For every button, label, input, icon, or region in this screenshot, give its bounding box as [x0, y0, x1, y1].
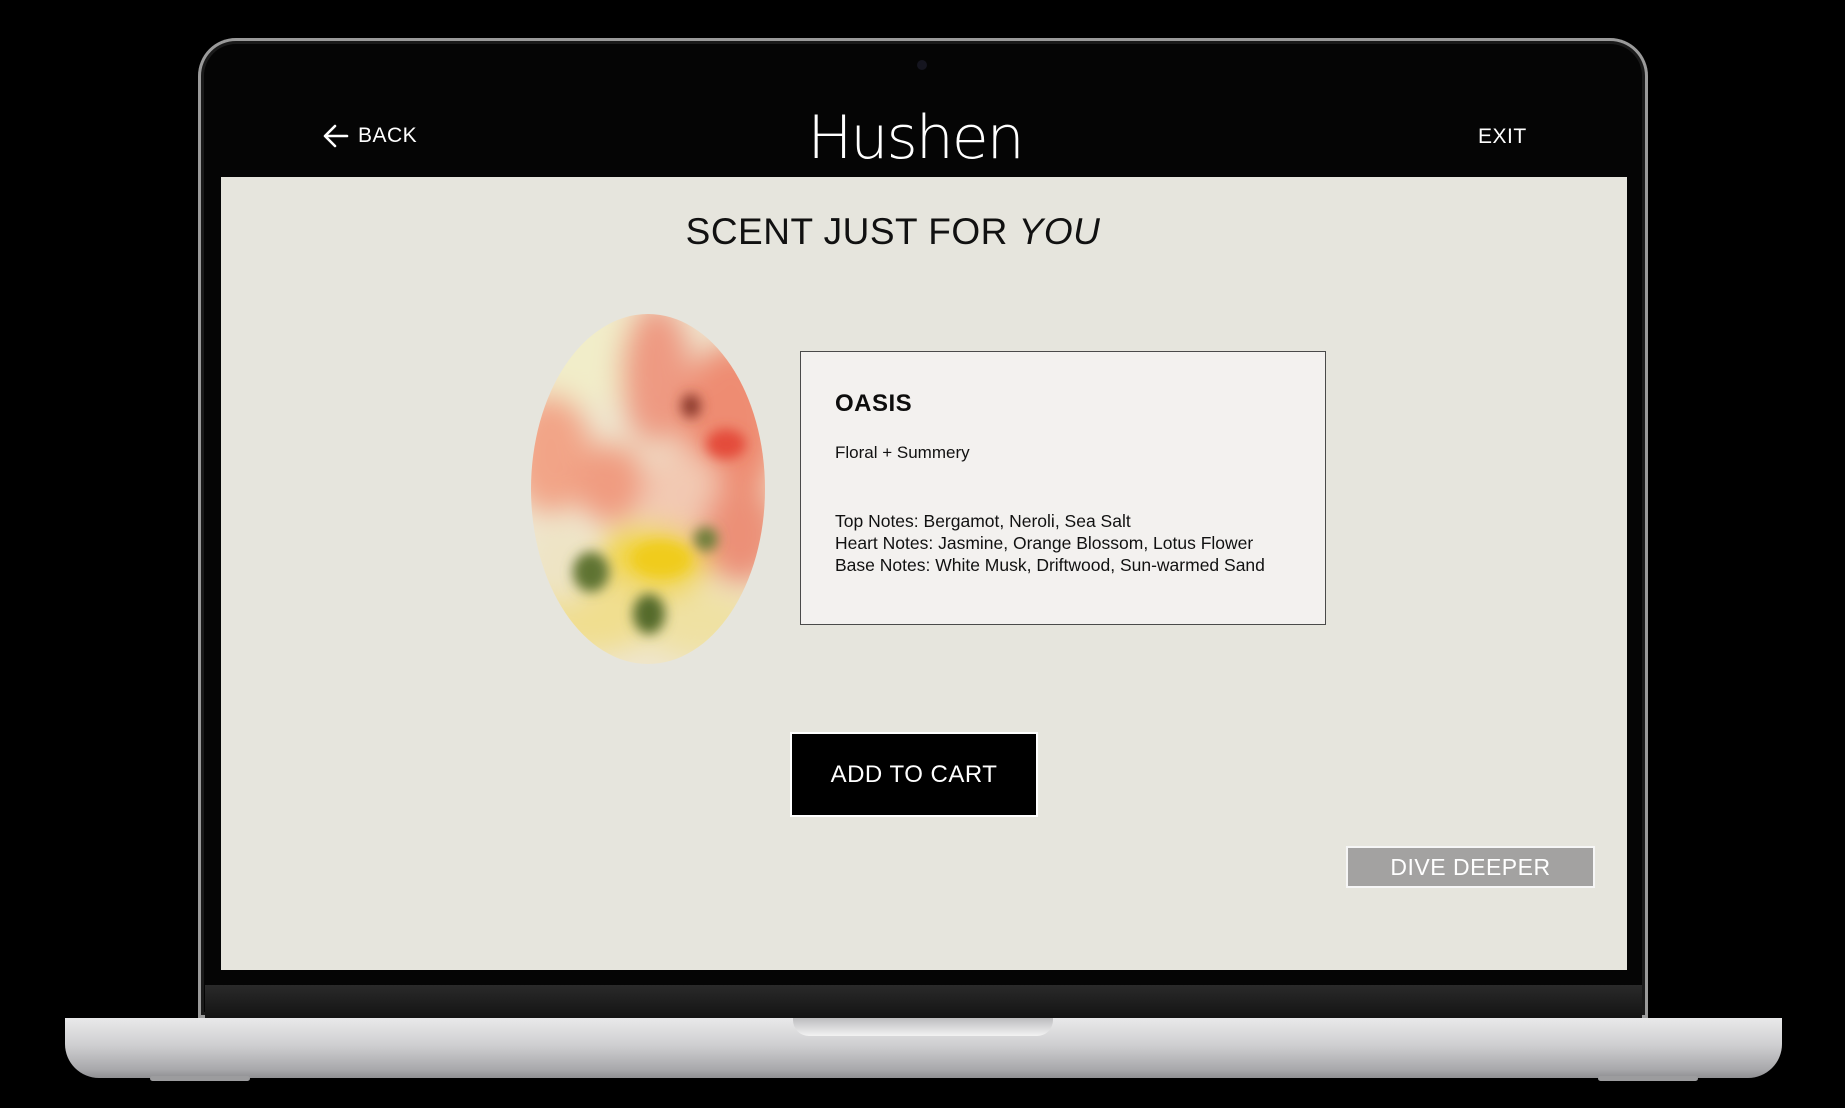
laptop-foot-right [1598, 1076, 1698, 1081]
back-label: BACK [358, 124, 418, 147]
page-title-prefix: SCENT JUST FOR [685, 211, 1019, 252]
product-family: Floral + Summery [835, 443, 970, 462]
back-button[interactable]: BACK [322, 122, 417, 150]
product-info-card: OASIS Floral + Summery Top Notes: Bergam… [800, 351, 1326, 625]
product-image [531, 314, 765, 664]
heart-notes: Heart Notes: Jasmine, Orange Blossom, Lo… [835, 533, 1254, 553]
add-to-cart-button[interactable]: ADD TO CART [790, 732, 1038, 817]
laptop-foot-left [150, 1076, 250, 1081]
page-title: SCENT JUST FOR YOU [221, 211, 1565, 253]
laptop-notch [793, 1018, 1053, 1036]
brand-logo: Hushen [807, 103, 1024, 173]
page-title-emphasis: YOU [1018, 211, 1101, 252]
base-notes: Base Notes: White Musk, Driftwood, Sun-w… [835, 555, 1265, 575]
exit-button[interactable]: EXIT [1478, 125, 1527, 149]
arrow-left-icon [323, 124, 349, 148]
main-content: SCENT JUST FOR YOU OASIS Floral + Summer… [221, 177, 1627, 970]
laptop-mockup: BACK Hushen EXIT SCENT JUST FOR YOU OASI… [0, 0, 1845, 1108]
laptop-chin [205, 985, 1642, 1020]
product-notes: Top Notes: Bergamot, Neroli, Sea Salt He… [835, 510, 1265, 576]
top-notes: Top Notes: Bergamot, Neroli, Sea Salt [835, 511, 1131, 531]
product-name: OASIS [835, 390, 913, 417]
dive-deeper-button[interactable]: DIVE DEEPER [1346, 846, 1595, 888]
camera-icon [917, 60, 927, 70]
